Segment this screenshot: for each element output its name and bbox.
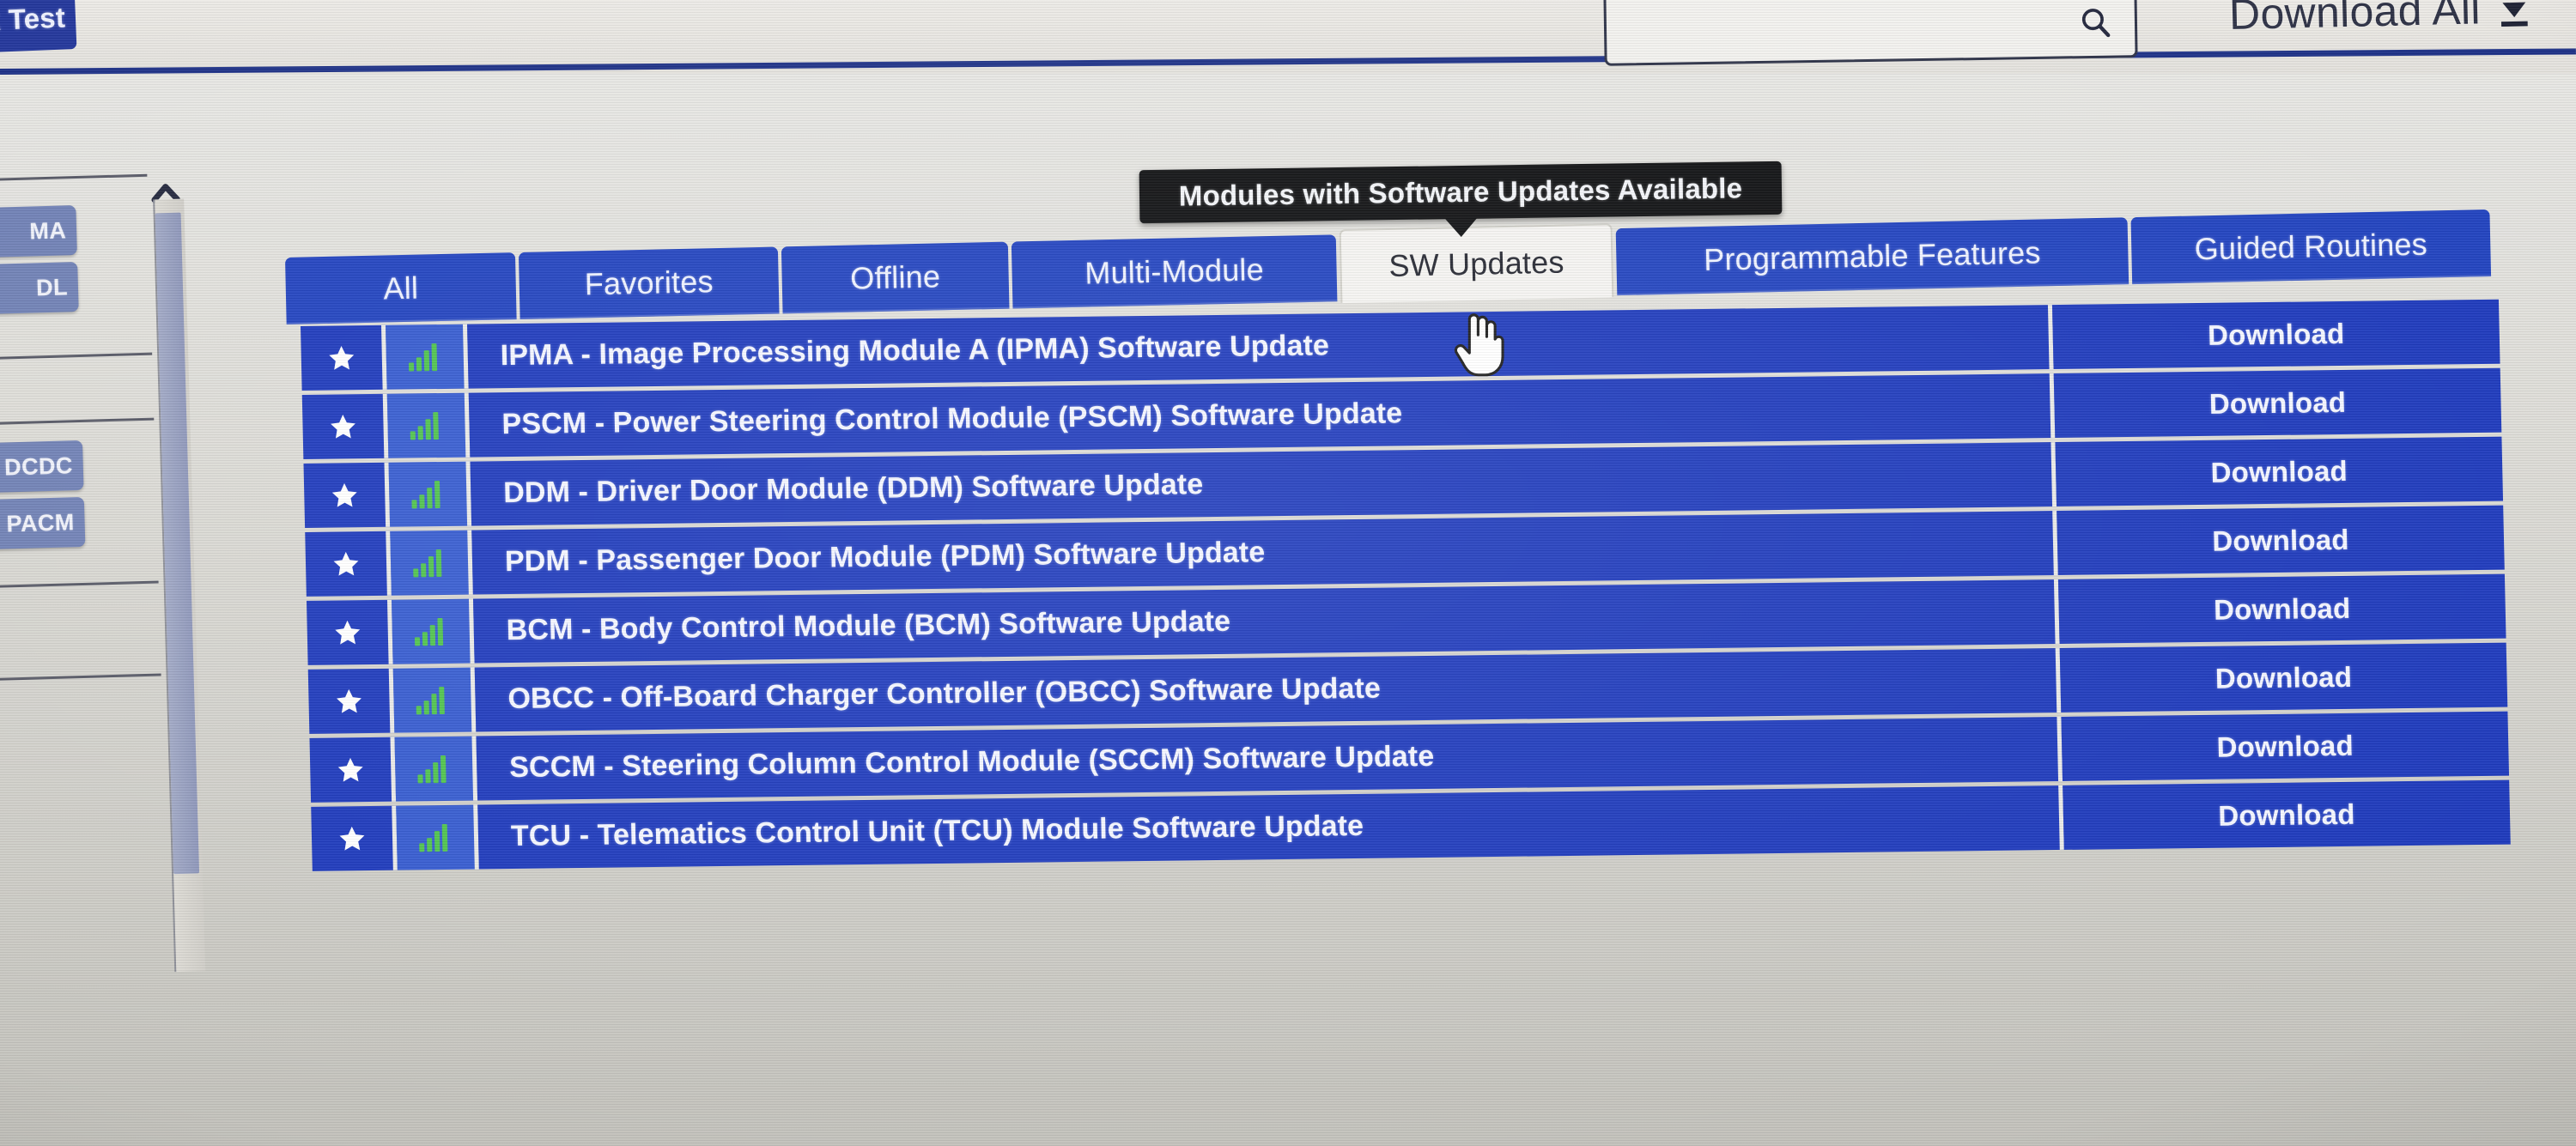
download-button-label: Download	[2211, 523, 2350, 557]
star-icon[interactable]	[334, 687, 364, 716]
star-icon[interactable]	[337, 824, 368, 853]
download-button-label: Download	[2216, 729, 2354, 763]
sidebar-chip-label: PACM	[6, 508, 76, 537]
download-button[interactable]: Download	[2061, 711, 2510, 781]
sidebar-chip-label: MA	[28, 216, 67, 245]
download-button[interactable]: Download	[2051, 299, 2500, 370]
download-button-label: Download	[2217, 797, 2355, 832]
tab-guided-routines[interactable]: Guided Routines	[2130, 209, 2492, 285]
signal-bars-icon	[419, 823, 453, 852]
star-icon[interactable]	[326, 343, 356, 373]
module-name-cell[interactable]: TCU - Telematics Control Unit (TCU) Modu…	[477, 785, 2064, 870]
module-name-label: SCCM - Steering Column Control Module (S…	[508, 739, 1435, 785]
star-icon[interactable]	[328, 412, 358, 441]
favorite-cell[interactable]	[303, 462, 391, 528]
favorite-cell[interactable]	[309, 737, 397, 803]
signal-bars-icon	[410, 411, 443, 440]
download-arrow-icon	[2494, 0, 2534, 31]
download-button[interactable]: Download	[2063, 779, 2511, 850]
tab-label: Favorites	[584, 264, 714, 302]
signal-cell	[388, 461, 472, 527]
tab-label: All	[383, 270, 419, 306]
signal-cell	[391, 598, 475, 664]
sidebar-divider	[0, 352, 153, 361]
download-button-label: Download	[2207, 317, 2345, 351]
download-button[interactable]: Download	[2057, 505, 2505, 576]
module-name-label: PDM - Passenger Door Module (PDM) Softwa…	[504, 536, 1266, 579]
software-updates-table[interactable]: IPMA - Image Processing Module A (IPMA) …	[301, 299, 2511, 876]
module-name-label: OBCC - Off-Board Charger Controller (OBC…	[507, 671, 1382, 716]
tab-all[interactable]: All	[285, 252, 517, 324]
download-button[interactable]: Download	[2057, 573, 2506, 644]
module-sidebar[interactable]: MA DL DCDC PACM	[0, 173, 206, 1090]
download-button[interactable]: Download	[2053, 367, 2502, 439]
tooltip-sw-updates: Modules with Software Updates Available	[1139, 161, 1783, 224]
star-icon[interactable]	[332, 618, 362, 647]
tab-programmable-features[interactable]: Programmable Features	[1615, 217, 2129, 296]
signal-bars-icon	[414, 617, 447, 646]
nav-tab-network-test[interactable]: rk Test	[0, 0, 77, 55]
signal-cell	[396, 804, 479, 870]
signal-cell	[386, 392, 471, 458]
star-icon[interactable]	[331, 549, 361, 579]
module-name-label: PSCM - Power Steering Control Module (PS…	[501, 397, 1403, 441]
signal-bars-icon	[413, 549, 447, 577]
signal-bars-icon	[411, 480, 445, 508]
tab-label: Multi-Module	[1084, 252, 1265, 291]
download-all-label: Download All	[2228, 0, 2482, 39]
favorite-cell[interactable]	[311, 805, 398, 871]
favorite-cell[interactable]	[301, 324, 387, 391]
tab-multi-module[interactable]: Multi-Module	[1011, 234, 1338, 309]
favorite-cell[interactable]	[306, 599, 393, 665]
search-input-wrapper[interactable]	[1603, 0, 2138, 66]
tab-label: Programmable Features	[1703, 234, 2041, 277]
nav-tab-label: rk Test	[0, 1, 66, 36]
signal-bars-icon	[417, 755, 451, 783]
module-name-label: BCM - Body Control Module (BCM) Software…	[506, 604, 1231, 647]
download-button-label: Download	[2213, 591, 2351, 626]
signal-cell	[392, 667, 477, 733]
mouse-cursor-pointing-hand	[1451, 305, 1504, 379]
signal-bars-icon	[408, 343, 441, 371]
sidebar-divider	[0, 673, 161, 682]
sidebar-chip-2[interactable]: DCDC	[0, 440, 84, 494]
tab-label: Offline	[849, 258, 941, 296]
tab-favorites[interactable]: Favorites	[518, 246, 780, 320]
search-icon[interactable]	[2078, 5, 2113, 40]
signal-cell	[390, 530, 473, 596]
tab-label: Guided Routines	[2194, 226, 2428, 267]
sidebar-divider	[0, 580, 159, 589]
favorite-cell[interactable]	[307, 668, 395, 734]
download-all-button[interactable]: Download All	[2228, 0, 2534, 39]
tab-label: SW Updates	[1388, 244, 1564, 283]
download-button[interactable]: Download	[2055, 436, 2504, 507]
signal-cell	[385, 324, 469, 390]
signal-cell	[394, 736, 478, 802]
sidebar-chip-1[interactable]: DL	[0, 262, 79, 315]
favorite-cell[interactable]	[301, 393, 389, 459]
sidebar-chip-label: DL	[35, 273, 69, 300]
module-name-label: TCU - Telematics Control Unit (TCU) Modu…	[510, 809, 1364, 853]
tooltip-text: Modules with Software Updates Available	[1178, 172, 1743, 212]
sidebar-chip-label: DCDC	[3, 452, 74, 480]
download-button-label: Download	[2208, 385, 2347, 420]
download-button-label: Download	[2215, 660, 2353, 694]
download-button-label: Download	[2210, 454, 2348, 488]
sidebar-chip-3[interactable]: PACM	[0, 496, 86, 550]
tab-offline[interactable]: Offline	[781, 241, 1010, 314]
sidebar-chip-0[interactable]: MA	[0, 205, 77, 258]
module-name-label: IPMA - Image Processing Module A (IPMA) …	[500, 329, 1330, 373]
star-icon[interactable]	[336, 755, 366, 785]
download-button[interactable]: Download	[2059, 642, 2508, 712]
module-name-label: DDM - Driver Door Module (DDM) Software …	[502, 468, 1204, 510]
sidebar-divider	[0, 417, 155, 426]
star-icon[interactable]	[330, 481, 360, 510]
signal-bars-icon	[416, 686, 449, 714]
favorite-cell[interactable]	[305, 531, 392, 597]
